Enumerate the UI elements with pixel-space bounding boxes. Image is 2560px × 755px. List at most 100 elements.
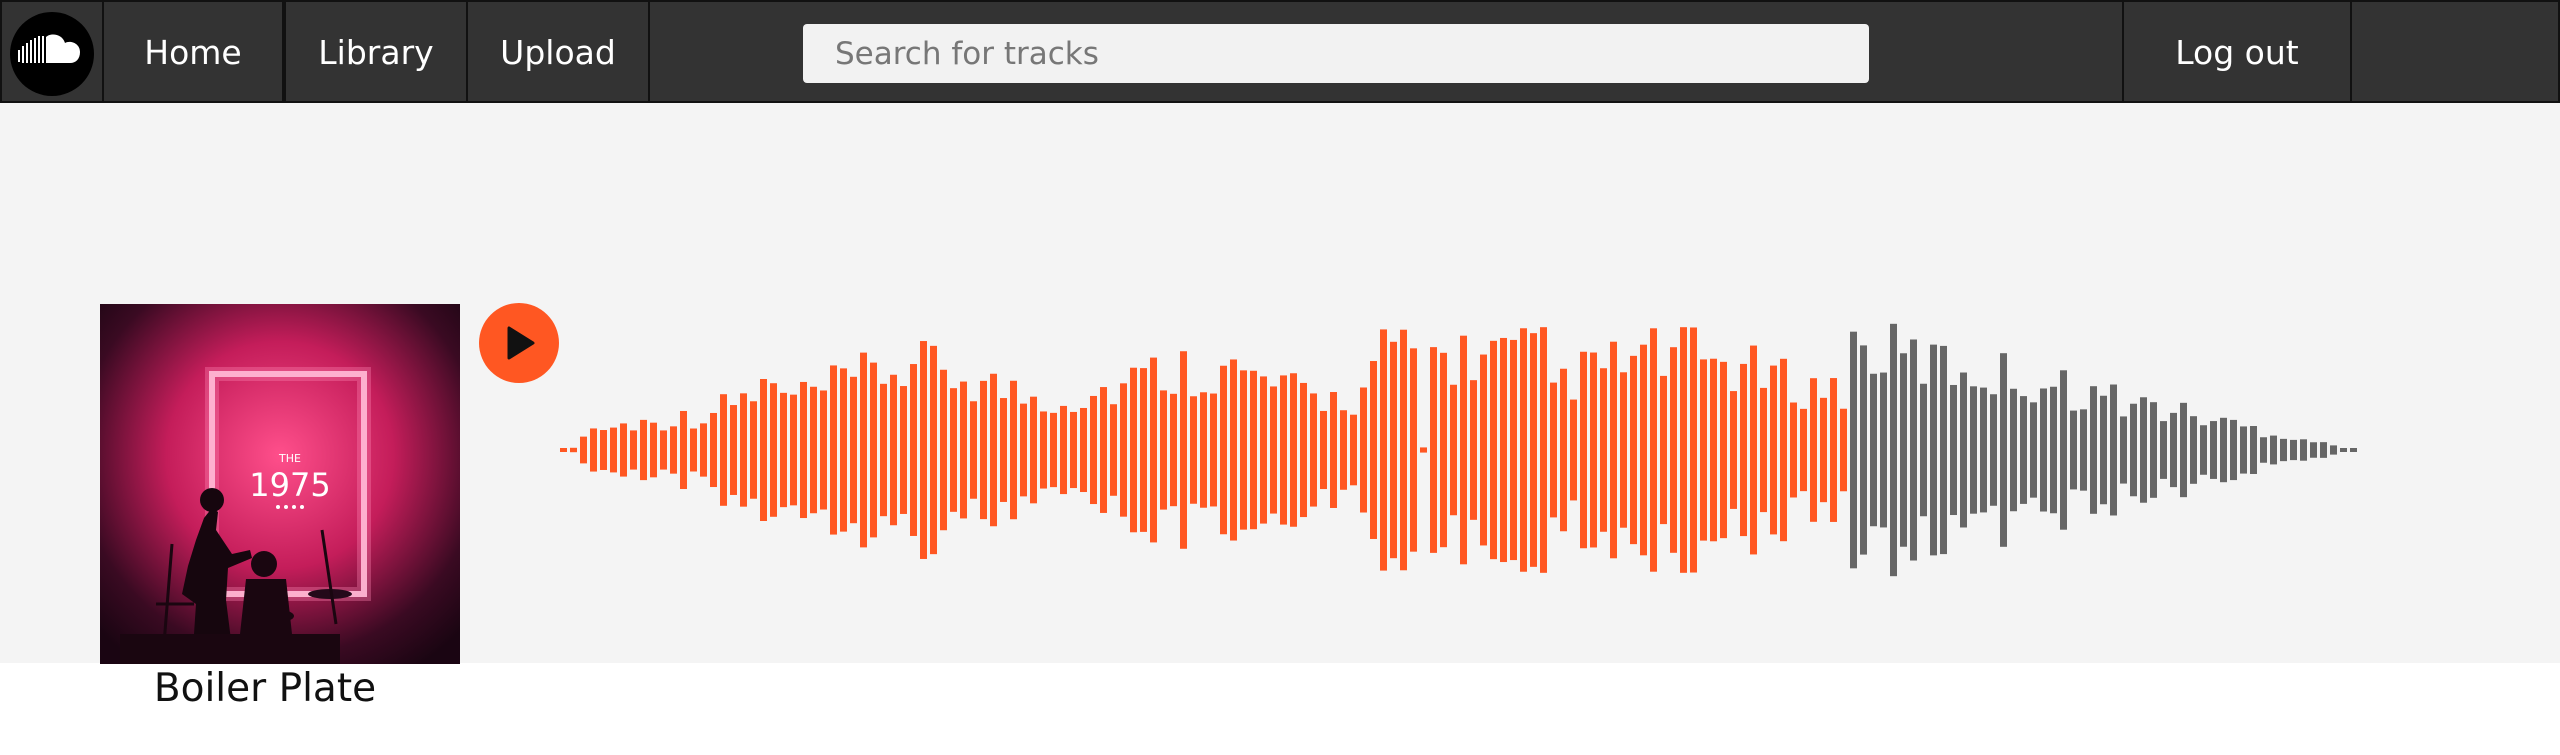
waveform-bar bbox=[1330, 392, 1337, 508]
waveform-bar bbox=[1910, 339, 1917, 561]
waveform-bar bbox=[600, 430, 607, 470]
waveform-bar bbox=[1770, 365, 1777, 535]
nav-upload-label: Upload bbox=[500, 33, 616, 72]
waveform-bar bbox=[1790, 402, 1797, 498]
waveform-bar bbox=[1960, 372, 1967, 528]
waveform-bar bbox=[990, 373, 997, 527]
waveform-bar bbox=[2090, 386, 2097, 514]
waveform-bar bbox=[2260, 437, 2267, 463]
waveform-bar bbox=[1380, 329, 1387, 571]
waveform-bar bbox=[560, 448, 567, 452]
waveform-bar bbox=[1860, 345, 1867, 555]
waveform-bar bbox=[930, 345, 937, 555]
waveform-bar bbox=[1980, 387, 1987, 513]
waveform-bar bbox=[1940, 345, 1947, 555]
waveform-bar bbox=[2010, 388, 2017, 512]
waveform-bar bbox=[1240, 370, 1247, 530]
waveform-bar bbox=[1170, 393, 1177, 507]
waveform-bar bbox=[690, 428, 697, 472]
waveform-bar bbox=[720, 394, 727, 506]
waveform-bar bbox=[1450, 384, 1457, 516]
waveform-bar bbox=[2100, 395, 2107, 505]
waveform-bar bbox=[1780, 358, 1787, 542]
waveform-bar bbox=[1010, 380, 1017, 520]
waveform-bar bbox=[1120, 383, 1127, 517]
waveform-bar bbox=[2160, 421, 2167, 479]
cloud-icon bbox=[18, 34, 80, 63]
waveform-bar bbox=[1340, 410, 1347, 490]
waveform-bar bbox=[1560, 368, 1567, 532]
waveform-bar bbox=[1830, 378, 1837, 522]
waveform-bar bbox=[1420, 447, 1427, 453]
waveform-bar bbox=[1350, 414, 1357, 486]
waveform-bar bbox=[1110, 404, 1117, 496]
waveform-bar bbox=[980, 380, 987, 520]
waveform-bar bbox=[1570, 399, 1577, 501]
waveform-bar bbox=[2270, 435, 2277, 465]
waveform-bar bbox=[1290, 373, 1297, 527]
waveform-bar bbox=[1670, 347, 1677, 553]
waveform-bar bbox=[2030, 402, 2037, 498]
waveform-bar bbox=[590, 428, 597, 472]
nav-library-button[interactable]: Library bbox=[284, 2, 468, 103]
waveform-bar bbox=[860, 352, 867, 548]
play-button[interactable] bbox=[479, 303, 559, 383]
waveform-bar bbox=[1700, 359, 1707, 541]
waveform-bar bbox=[670, 426, 677, 474]
waveform-bar bbox=[1580, 351, 1587, 549]
waveform-bar bbox=[1640, 344, 1647, 556]
waveform-bar bbox=[1460, 335, 1467, 565]
waveform-bar bbox=[1660, 375, 1667, 525]
logout-label: Log out bbox=[2175, 33, 2299, 72]
logout-button[interactable]: Log out bbox=[2122, 2, 2352, 103]
waveform-bar bbox=[2180, 402, 2187, 498]
waveform-bar bbox=[1360, 387, 1367, 513]
waveform-bar bbox=[1230, 359, 1237, 541]
waveform-bar bbox=[1760, 387, 1767, 513]
album-cover: THE 1975 bbox=[100, 304, 460, 664]
waveform-bar bbox=[1020, 403, 1027, 497]
waveform-bar bbox=[940, 369, 947, 531]
waveform-bar bbox=[570, 447, 577, 453]
waveform-bar bbox=[2120, 416, 2127, 484]
waveform-bar bbox=[1080, 407, 1087, 493]
waveform-bar bbox=[1190, 396, 1197, 504]
waveform-bar bbox=[820, 390, 827, 510]
waveform-bar bbox=[1620, 372, 1627, 528]
search-input[interactable] bbox=[803, 24, 1869, 83]
waveform-bar bbox=[1510, 339, 1517, 561]
waveform-bar bbox=[810, 386, 817, 514]
waveform-bar bbox=[1920, 383, 1927, 517]
soundcloud-logo-icon[interactable] bbox=[10, 12, 94, 96]
waveform-bar bbox=[1180, 351, 1187, 549]
waveform-bar bbox=[760, 379, 767, 521]
waveform-bar bbox=[770, 383, 777, 517]
waveform-bar bbox=[1480, 354, 1487, 546]
waveform-bar bbox=[1520, 328, 1527, 572]
waveform-bar bbox=[1800, 408, 1807, 492]
waveform-bar bbox=[660, 430, 667, 470]
nav-home-button[interactable]: Home bbox=[102, 2, 284, 103]
waveform-bar bbox=[1430, 347, 1437, 553]
waveform-bar bbox=[740, 393, 747, 507]
waveform-bar bbox=[1390, 341, 1397, 559]
waveform-bar bbox=[1220, 365, 1227, 535]
waveform-bar bbox=[1590, 352, 1597, 548]
waveform-bar bbox=[1090, 395, 1097, 505]
waveform-bar bbox=[1310, 393, 1317, 507]
waveform-bar bbox=[1730, 391, 1737, 509]
nav-upload-button[interactable]: Upload bbox=[466, 2, 650, 103]
waveform-bar bbox=[1550, 382, 1557, 518]
waveform-bar bbox=[2240, 426, 2247, 474]
waveform-bar bbox=[2130, 403, 2137, 497]
play-icon bbox=[507, 326, 535, 360]
waveform-bar bbox=[2200, 425, 2207, 475]
waveform-bar bbox=[1000, 398, 1007, 502]
waveform-bar bbox=[1500, 337, 1507, 563]
waveform-bar bbox=[1840, 408, 1847, 492]
waveform[interactable] bbox=[560, 290, 2370, 610]
waveform-bar bbox=[2230, 419, 2237, 481]
waveform-bar bbox=[2300, 439, 2307, 461]
nav-empty-slot bbox=[2350, 2, 2560, 103]
waveform-bar bbox=[840, 368, 847, 532]
